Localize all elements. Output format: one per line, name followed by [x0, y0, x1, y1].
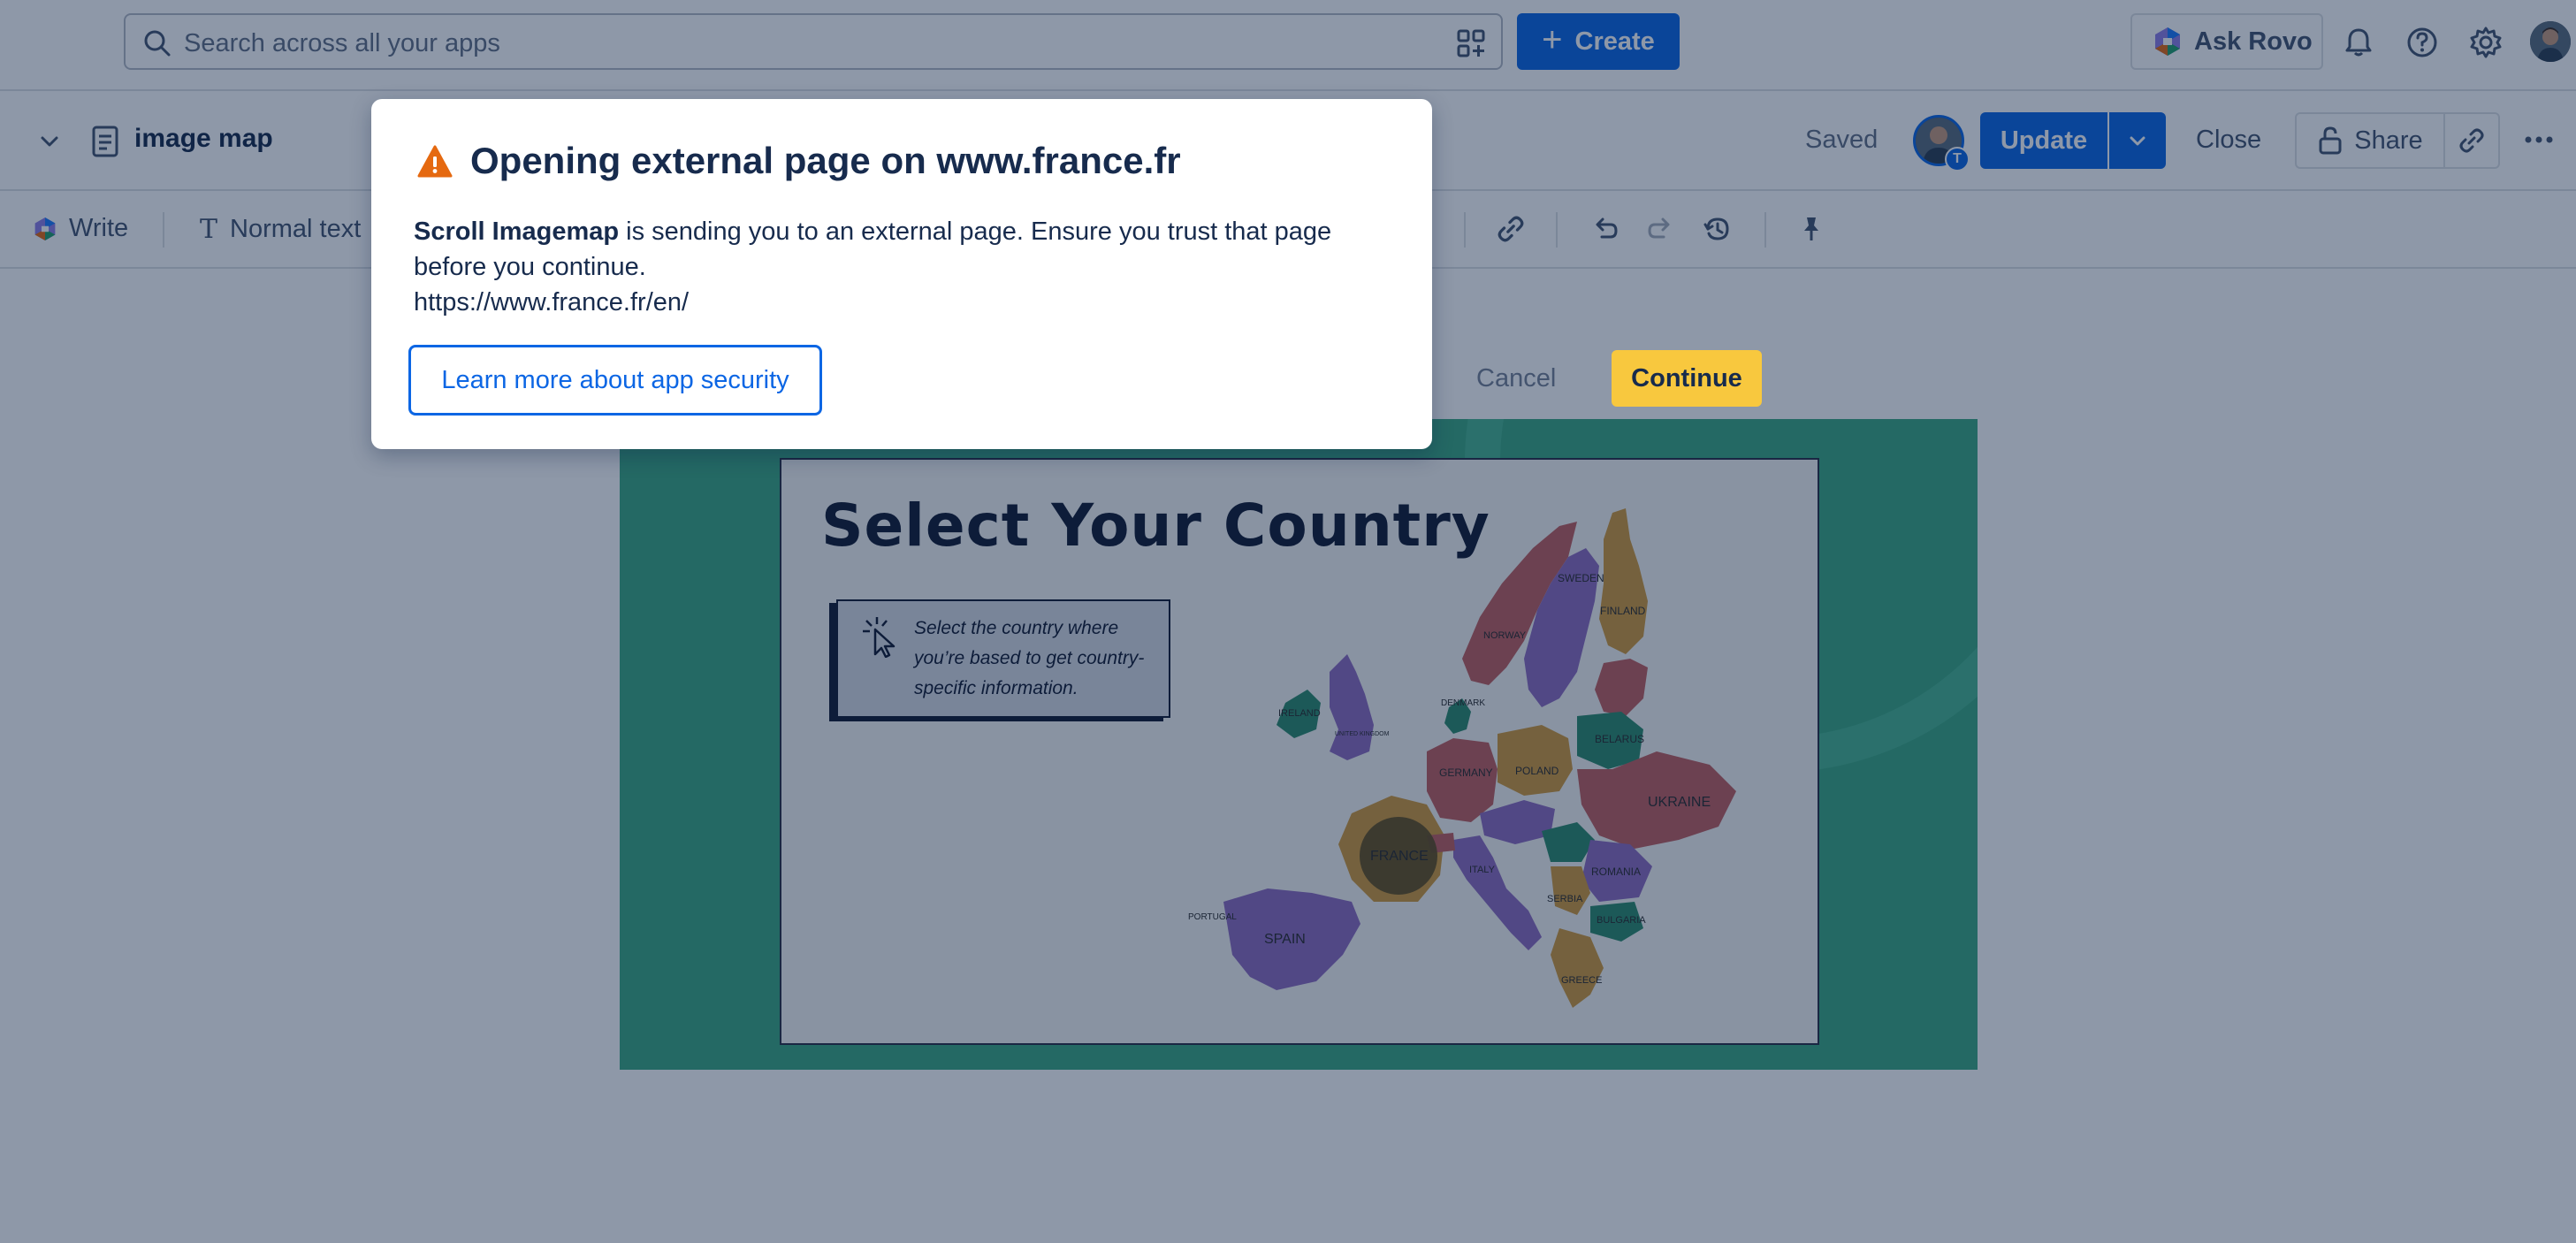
external-url: https://www.france.fr/en/: [414, 288, 690, 316]
continue-button[interactable]: Continue: [1612, 350, 1762, 407]
cancel-button[interactable]: Cancel: [1476, 364, 1556, 393]
warning-icon: [417, 145, 453, 178]
external-page-dialog: Opening external page on www.france.fr S…: [371, 99, 1762, 449]
learn-more-security-link[interactable]: Learn more about app security: [408, 345, 822, 416]
dialog-message: Scroll Imagemap is sending you to an ext…: [414, 214, 1390, 320]
dialog-title: Opening external page on www.france.fr: [470, 140, 1181, 181]
app-name: Scroll Imagemap: [414, 217, 620, 246]
